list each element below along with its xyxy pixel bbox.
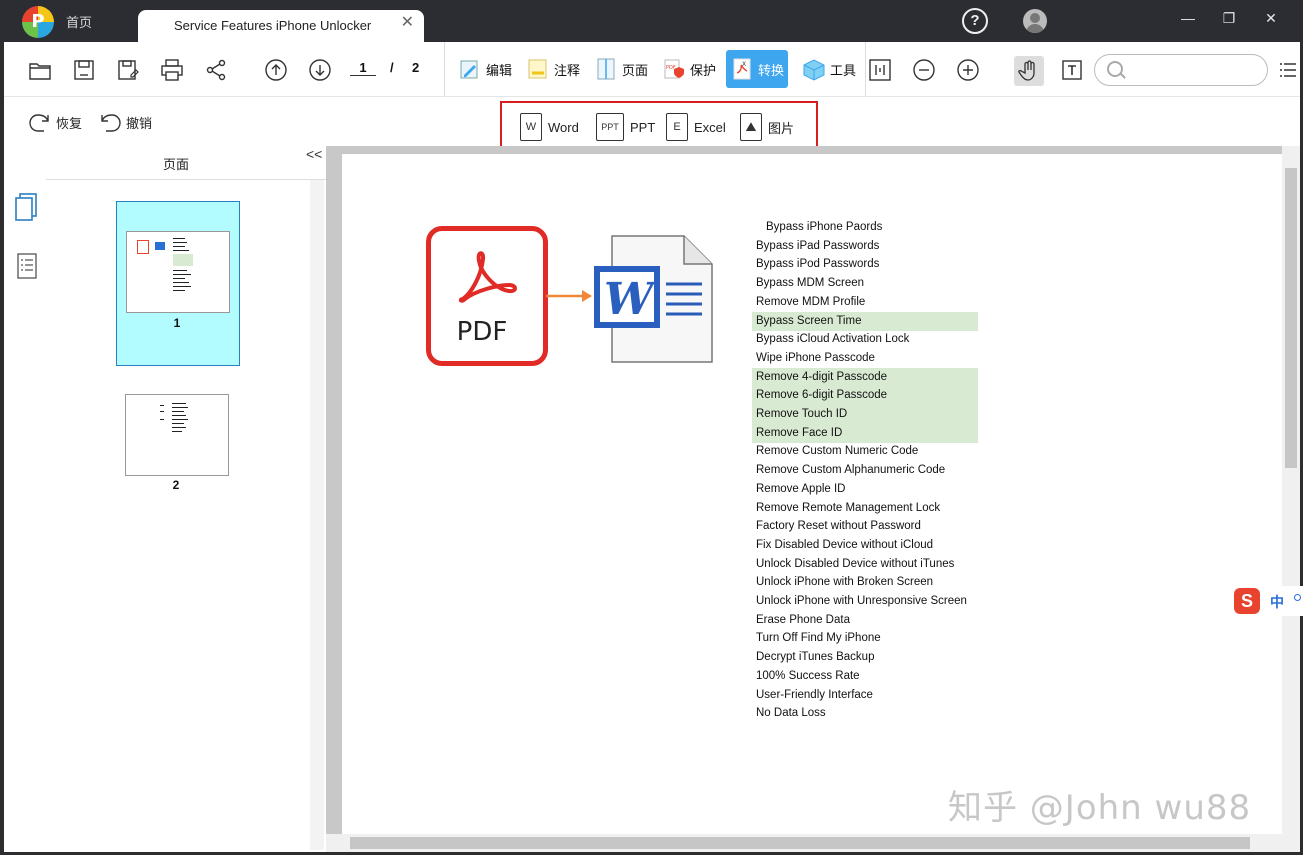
feature-item: Remove Custom Alphanumeric Code — [756, 464, 946, 477]
feature-item: Remove 6-digit Passcode — [752, 386, 978, 406]
watermark: 知乎 @John wu88 — [948, 788, 1252, 828]
feature-item: Bypass MDM Screen — [756, 277, 865, 290]
feature-item: Turn Off Find My iPhone — [756, 632, 881, 645]
feature-item: Unlock iPhone with Broken Screen — [756, 576, 934, 589]
thumbnail-page-1-preview — [126, 231, 230, 313]
feature-item: Erase Phone Data — [756, 613, 850, 626]
vertical-scroll-thumb[interactable] — [1285, 168, 1297, 468]
feature-item: Wipe iPhone Passcode — [756, 351, 875, 364]
thumbnail-page-1-number: 1 — [173, 316, 181, 330]
feature-item: Fix Disabled Device without iCloud — [756, 538, 934, 551]
document-page: PDF W Bypass iPhone Paords Bypass iPad Pa… — [342, 154, 1282, 834]
feature-item: Decrypt iTunes Backup — [756, 651, 875, 664]
feature-item: Remove Face ID — [752, 423, 978, 443]
thumbnail-panel-title: 页面 — [162, 157, 189, 172]
feature-item: Bypass iPod Passwords — [756, 258, 880, 271]
feature-item: Bypass iPhone Paords — [766, 221, 883, 233]
thumbnails-panel-icon[interactable] — [14, 192, 40, 227]
feature-item: Remove Touch ID — [752, 405, 978, 424]
word-document-icon: W — [590, 234, 714, 369]
thumbnail-scrollbar[interactable] — [310, 180, 324, 850]
document-viewer: PDF W Bypass iPhone Paords Bypass iPad Pa… — [326, 146, 1300, 852]
feature-item: Factory Reset without Password — [756, 520, 921, 533]
pdf-file-icon: PDF — [426, 226, 548, 366]
feature-item: 100% Success Rate — [756, 669, 860, 682]
feature-item: Remove Apple ID — [756, 482, 846, 495]
collapse-panel-icon[interactable]: << — [306, 146, 322, 162]
ime-mode-label: 中 — [1270, 594, 1284, 610]
thumbnail-page-2-number: 2 — [172, 478, 180, 492]
horizontal-scroll-thumb[interactable] — [350, 837, 1250, 849]
feature-item: Remove 4-digit Passcode — [752, 367, 978, 387]
arrow-right-icon — [546, 290, 592, 302]
feature-item: Bypass iPad Passwords — [756, 239, 880, 252]
ime-toolbar[interactable]: S 中 — [1232, 586, 1303, 616]
feature-item: Remove MDM Profile — [756, 295, 866, 308]
ime-punct-icon — [1294, 594, 1301, 601]
feature-item: Remove Custom Numeric Code — [756, 445, 919, 458]
thumbnail-page-2-preview — [125, 394, 229, 476]
horizontal-scrollbar[interactable] — [326, 834, 1300, 852]
vertical-scrollbar[interactable] — [1282, 146, 1300, 836]
thumbnail-panel: 页面 << 1 2 — [46, 146, 327, 852]
feature-item: Remove Remote Management Lock — [756, 501, 941, 514]
feature-item: Bypass iCloud Activation Lock — [756, 333, 910, 346]
left-rail — [4, 146, 47, 852]
feature-item: Unlock Disabled Device without iTunes — [756, 557, 955, 570]
feature-item: Bypass Screen Time — [752, 311, 978, 331]
thumbnail-page-1[interactable]: 1 — [116, 201, 240, 366]
sogou-ime-icon: S — [1234, 588, 1260, 614]
svg-text:W: W — [604, 274, 658, 325]
feature-item: Unlock iPhone with Unresponsive Screen — [756, 595, 967, 607]
pdf-icon-label: PDF — [456, 317, 508, 347]
feature-item: User-Friendly Interface — [756, 688, 873, 701]
outline-panel-icon[interactable] — [16, 252, 38, 285]
divider — [46, 179, 326, 180]
feature-item: No Data Loss — [756, 707, 826, 720]
